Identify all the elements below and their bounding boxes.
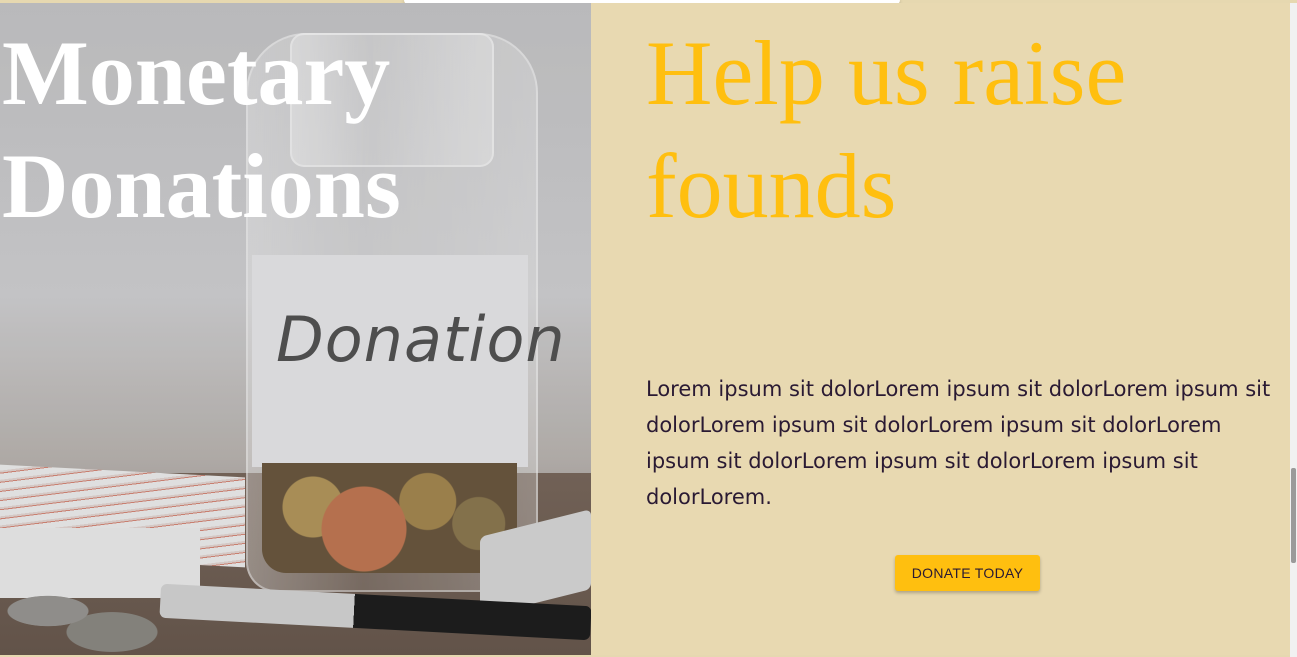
description-text: Lorem ipsum sit dolorLorem ipsum sit dol…	[646, 377, 1271, 509]
section-title-line2: Donations	[2, 135, 401, 237]
page-scrollbar[interactable]	[1290, 3, 1297, 657]
heading-line2: founds	[646, 135, 897, 237]
donate-today-button[interactable]: DONATE TODAY	[895, 555, 1040, 591]
raise-funds-heading: Help us raise founds	[646, 17, 1266, 243]
donation-image-panel: Donation Monetary Donations	[0, 3, 591, 655]
donation-section: Donation Monetary Donations Help us rais…	[0, 3, 1290, 655]
heading-line1: Help us raise	[646, 22, 1127, 124]
section-title-line1: Monetary	[2, 22, 391, 124]
section-title: Monetary Donations	[2, 17, 562, 243]
scrollbar-thumb[interactable]	[1291, 468, 1296, 563]
donation-info-panel: Help us raise founds Lorem ipsum sit dol…	[591, 3, 1290, 655]
